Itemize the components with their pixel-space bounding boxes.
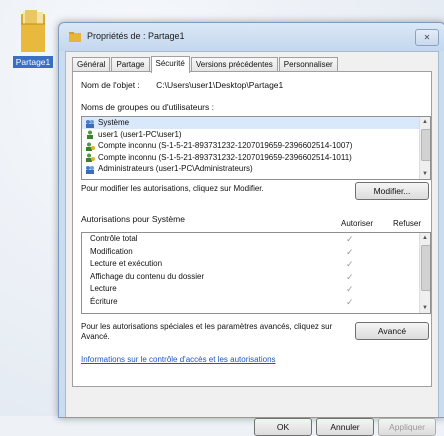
permission-name: Contrôle total [90, 234, 138, 243]
list-item[interactable]: user1 (user1-PC\user1) [82, 129, 430, 141]
object-name-value: C:\Users\user1\Desktop\Partage1 [156, 80, 284, 90]
ok-button[interactable]: OK [254, 418, 312, 436]
permission-row: Contrôle total ✓ [82, 233, 430, 246]
desktop-folder-partage1[interactable]: Partage1 [8, 10, 58, 68]
access-control-help-link[interactable]: Informations sur le contrôle d'accès et … [81, 355, 276, 364]
permissions-label: Autorisations pour Système [81, 214, 185, 224]
apply-button[interactable]: Appliquer [378, 418, 436, 436]
folder-icon [18, 10, 48, 54]
permission-name: Modification [90, 246, 133, 256]
tab-strip: Général Partage Sécurité Versions précéd… [72, 56, 339, 73]
object-name-row: Nom de l'objet : C:\Users\user1\Desktop\… [81, 80, 283, 90]
scroll-down-icon[interactable]: ▼ [420, 169, 430, 179]
permission-row: Lecture ✓ [82, 283, 430, 296]
window-title: Propriétés de : Partage1 [87, 31, 185, 41]
permissions-listbox[interactable]: Contrôle total ✓ Modification ✓ Lecture … [81, 232, 431, 314]
advanced-hint: Pour les autorisations spéciales et les … [81, 322, 333, 341]
scroll-down-icon[interactable]: ▼ [420, 303, 430, 313]
title-bar[interactable]: Propriétés de : Partage1 ✕ [59, 23, 444, 51]
permissions-scrollbar[interactable]: ▲ ▼ [419, 233, 430, 313]
modify-button[interactable]: Modifier... [355, 182, 429, 200]
permission-row: Lecture et exécution ✓ [82, 258, 430, 271]
tab-security[interactable]: Sécurité [150, 56, 190, 73]
tab-sharing[interactable]: Partage [111, 57, 150, 72]
tab-customize[interactable]: Personnaliser [278, 57, 338, 72]
allow-check-icon: ✓ [346, 234, 354, 244]
close-button[interactable]: ✕ [415, 29, 439, 46]
group-name: user1 (user1-PC\user1) [98, 129, 182, 139]
permission-row: Écriture ✓ [82, 296, 430, 309]
scroll-up-icon[interactable]: ▲ [420, 117, 430, 127]
folder-icon [69, 31, 81, 43]
allow-column-header: Autoriser [341, 219, 374, 228]
group-name: Administrateurs (user1-PC\Administrateur… [98, 164, 253, 173]
scroll-thumb[interactable] [421, 129, 430, 161]
group-name: Compte inconnu (S-1-5-21-893731232-12070… [98, 141, 353, 150]
allow-check-icon: ✓ [346, 271, 354, 282]
scroll-thumb[interactable] [421, 245, 430, 291]
allow-check-icon: ✓ [346, 259, 354, 269]
list-item[interactable]: Compte inconnu (S-1-5-21-893731232-12070… [82, 140, 430, 152]
modify-hint: Pour modifier les autorisations, cliquez… [81, 184, 264, 193]
security-panel: Nom de l'objet : C:\Users\user1\Desktop\… [72, 71, 432, 387]
groups-label: Noms de groupes ou d'utilisateurs : [81, 102, 214, 112]
scroll-up-icon[interactable]: ▲ [420, 233, 430, 243]
list-item[interactable]: Compte inconnu (S-1-5-21-893731232-12070… [82, 152, 430, 164]
allow-check-icon: ✓ [346, 284, 354, 294]
allow-check-icon: ✓ [346, 246, 354, 257]
object-name-label: Nom de l'objet : [81, 80, 140, 90]
list-item[interactable]: Système [82, 117, 430, 129]
user-icon [85, 130, 95, 139]
permission-row: Affichage du contenu du dossier ✓ [82, 271, 430, 284]
properties-window: Propriétés de : Partage1 ✕ Général Parta… [58, 22, 444, 436]
group-name: Système [98, 118, 130, 127]
desktop-icon-label: Partage1 [12, 56, 54, 68]
unknown-user-icon [85, 153, 95, 162]
permission-name: Affichage du contenu du dossier [90, 271, 205, 281]
permission-name: Lecture [90, 284, 117, 293]
unknown-user-icon [85, 142, 95, 151]
deny-column-header: Refuser [393, 219, 422, 228]
dialog-client: Général Partage Sécurité Versions précéd… [65, 51, 439, 436]
permission-name: Lecture et exécution [90, 259, 163, 268]
list-item[interactable]: Administrateurs (user1-PC\Administrateur… [82, 163, 430, 175]
group-name: Compte inconnu (S-1-5-21-893731232-12070… [98, 152, 352, 162]
tab-general[interactable]: Général [72, 57, 111, 72]
advanced-button[interactable]: Avancé [355, 322, 429, 340]
groups-listbox[interactable]: Système user1 (user1-PC\user1) Compte in… [81, 116, 431, 180]
group-icon [85, 119, 95, 128]
tab-previous-versions[interactable]: Versions précédentes [190, 57, 278, 72]
groups-scrollbar[interactable]: ▲ ▼ [419, 117, 430, 179]
permission-row: Modification ✓ [82, 246, 430, 259]
allow-check-icon: ✓ [346, 296, 354, 307]
group-icon [85, 165, 95, 174]
cancel-button[interactable]: Annuler [316, 418, 374, 436]
permission-name: Écriture [90, 296, 118, 306]
